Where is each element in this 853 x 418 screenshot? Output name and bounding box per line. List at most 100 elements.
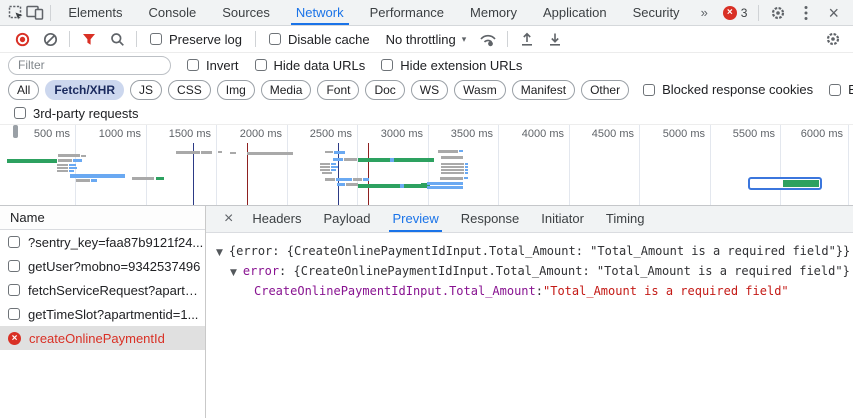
throttling-select[interactable]: No throttling ▾	[386, 32, 467, 47]
preview-error-line[interactable]: error: {CreateOnlinePaymentIdInput.Total…	[206, 262, 853, 282]
checkbox[interactable]	[255, 59, 267, 71]
tab-performance[interactable]: Performance	[357, 0, 457, 25]
checkbox[interactable]	[8, 284, 20, 296]
type-filter-css[interactable]: CSS	[168, 80, 211, 100]
waterfall-bar	[441, 166, 464, 168]
disable-cache-checkbox[interactable]: Disable cache	[269, 32, 370, 47]
error-badge[interactable]: 3	[717, 6, 754, 20]
waterfall-bar	[73, 159, 82, 162]
checkbox[interactable]	[643, 84, 655, 96]
expand-triangle-icon[interactable]	[230, 264, 237, 282]
checkbox[interactable]	[269, 33, 281, 45]
device-toolbar-icon[interactable]	[25, 0, 44, 25]
tab-application[interactable]: Application	[530, 0, 620, 25]
export-har-icon[interactable]	[541, 27, 569, 52]
tab-payload[interactable]: Payload	[312, 206, 381, 232]
import-har-icon[interactable]	[513, 27, 541, 52]
waterfall-bar	[427, 186, 463, 189]
blocked-requests-checkbox[interactable]: Blocked requests	[829, 82, 853, 97]
preview-body: {error: {CreateOnlinePaymentIdInput.Tota…	[206, 233, 853, 418]
waterfall-bar	[58, 154, 80, 157]
type-filter-manifest[interactable]: Manifest	[512, 80, 575, 100]
type-filter-media[interactable]: Media	[261, 80, 312, 100]
search-icon[interactable]	[103, 27, 131, 52]
network-toolbar: Preserve log Disable cache No throttling…	[0, 26, 853, 53]
tab-sources[interactable]: Sources	[209, 0, 283, 25]
waterfall-bar	[320, 163, 330, 165]
clear-network-log-icon[interactable]	[36, 27, 64, 52]
close-details-icon[interactable]: ×	[216, 211, 241, 227]
type-filter-fetch-xhr[interactable]: Fetch/XHR	[45, 80, 124, 100]
time-tick-label: 3500 ms	[435, 128, 493, 140]
filter-input[interactable]	[8, 56, 171, 75]
hide-data-urls-label: Hide data URLs	[274, 58, 366, 73]
type-filter-wasm[interactable]: Wasm	[454, 80, 506, 100]
type-filter-all[interactable]: All	[8, 80, 39, 100]
kebab-menu-icon[interactable]	[792, 0, 820, 25]
request-row[interactable]: fetchServiceRequest?apartm...	[0, 278, 205, 302]
checkbox[interactable]	[150, 33, 162, 45]
timeline-gridline	[569, 125, 570, 205]
preview-root-line[interactable]: {error: {CreateOnlinePaymentIdInput.Tota…	[206, 242, 853, 262]
request-row[interactable]: ?sentry_key=faa87b9121f24...	[0, 230, 205, 254]
waterfall-bar	[334, 151, 345, 154]
hide-data-urls-checkbox[interactable]: Hide data URLs	[255, 58, 366, 73]
waterfall-bar	[337, 183, 345, 186]
waterfall-bar	[70, 174, 125, 178]
tab-response[interactable]: Response	[450, 206, 531, 232]
waterfall-bar	[91, 179, 97, 182]
tab-elements[interactable]: Elements	[55, 0, 135, 25]
time-tick-label: 2000 ms	[224, 128, 282, 140]
time-tick-label: 6000 ms	[785, 128, 843, 140]
filter-funnel-icon[interactable]	[75, 27, 103, 52]
checkbox[interactable]	[187, 59, 199, 71]
preserve-log-checkbox[interactable]: Preserve log	[150, 32, 242, 47]
waterfall-bar	[465, 166, 468, 168]
tab-network[interactable]: Network	[283, 0, 357, 25]
settings-gear-icon[interactable]	[764, 0, 792, 25]
time-tick-label: 2500 ms	[294, 128, 352, 140]
tab-memory[interactable]: Memory	[457, 0, 530, 25]
more-tabs-icon[interactable]: »	[693, 5, 717, 20]
request-row[interactable]: getTimeSlot?apartmentid=1...	[0, 302, 205, 326]
tab-preview[interactable]: Preview	[381, 206, 449, 232]
checkbox[interactable]	[8, 236, 20, 248]
tab-initiator[interactable]: Initiator	[530, 206, 595, 232]
network-settings-gear-icon[interactable]	[819, 27, 847, 52]
request-row[interactable]: getUser?mobno=9342537496	[0, 254, 205, 278]
request-row-failed-selected[interactable]: createOnlinePaymentId	[0, 326, 205, 350]
third-party-checkbox[interactable]: 3rd-party requests	[14, 106, 139, 121]
close-devtools-icon[interactable]: ×	[820, 4, 847, 22]
waterfall-overview[interactable]: 500 ms1000 ms1500 ms2000 ms2500 ms3000 m…	[0, 124, 853, 206]
type-filter-ws[interactable]: WS	[411, 80, 448, 100]
record-network-log-icon[interactable]	[8, 27, 36, 52]
name-column-header[interactable]: Name	[0, 206, 205, 230]
checkbox[interactable]	[381, 59, 393, 71]
waterfall-bar	[76, 179, 90, 182]
checkbox[interactable]	[14, 107, 26, 119]
checkbox[interactable]	[829, 84, 841, 96]
tab-timing[interactable]: Timing	[595, 206, 656, 232]
blocked-response-cookies-checkbox[interactable]: Blocked response cookies	[643, 82, 813, 97]
type-filter-js[interactable]: JS	[130, 80, 162, 100]
tab-headers[interactable]: Headers	[241, 206, 312, 232]
time-tick-label: 1500 ms	[153, 128, 211, 140]
tab-console[interactable]: Console	[136, 0, 210, 25]
type-filter-doc[interactable]: Doc	[365, 80, 404, 100]
checkbox[interactable]	[8, 308, 20, 320]
inspect-element-icon[interactable]	[6, 0, 25, 25]
tab-security[interactable]: Security	[620, 0, 693, 25]
invert-checkbox[interactable]: Invert	[187, 58, 239, 73]
checkbox[interactable]	[8, 260, 20, 272]
type-filter-other[interactable]: Other	[581, 80, 629, 100]
timeline-gridline	[848, 125, 849, 205]
preview-field-line[interactable]: CreateOnlinePaymentIdInput.Total_Amount:…	[206, 282, 853, 300]
waterfall-bar	[325, 178, 335, 181]
expand-triangle-icon[interactable]	[216, 244, 223, 262]
hide-extension-urls-checkbox[interactable]: Hide extension URLs	[381, 58, 522, 73]
type-filter-font[interactable]: Font	[317, 80, 359, 100]
blocked-response-cookies-label: Blocked response cookies	[662, 82, 813, 97]
type-filter-img[interactable]: Img	[217, 80, 255, 100]
network-conditions-icon[interactable]	[474, 27, 502, 52]
selected-request-bar[interactable]	[748, 177, 822, 190]
